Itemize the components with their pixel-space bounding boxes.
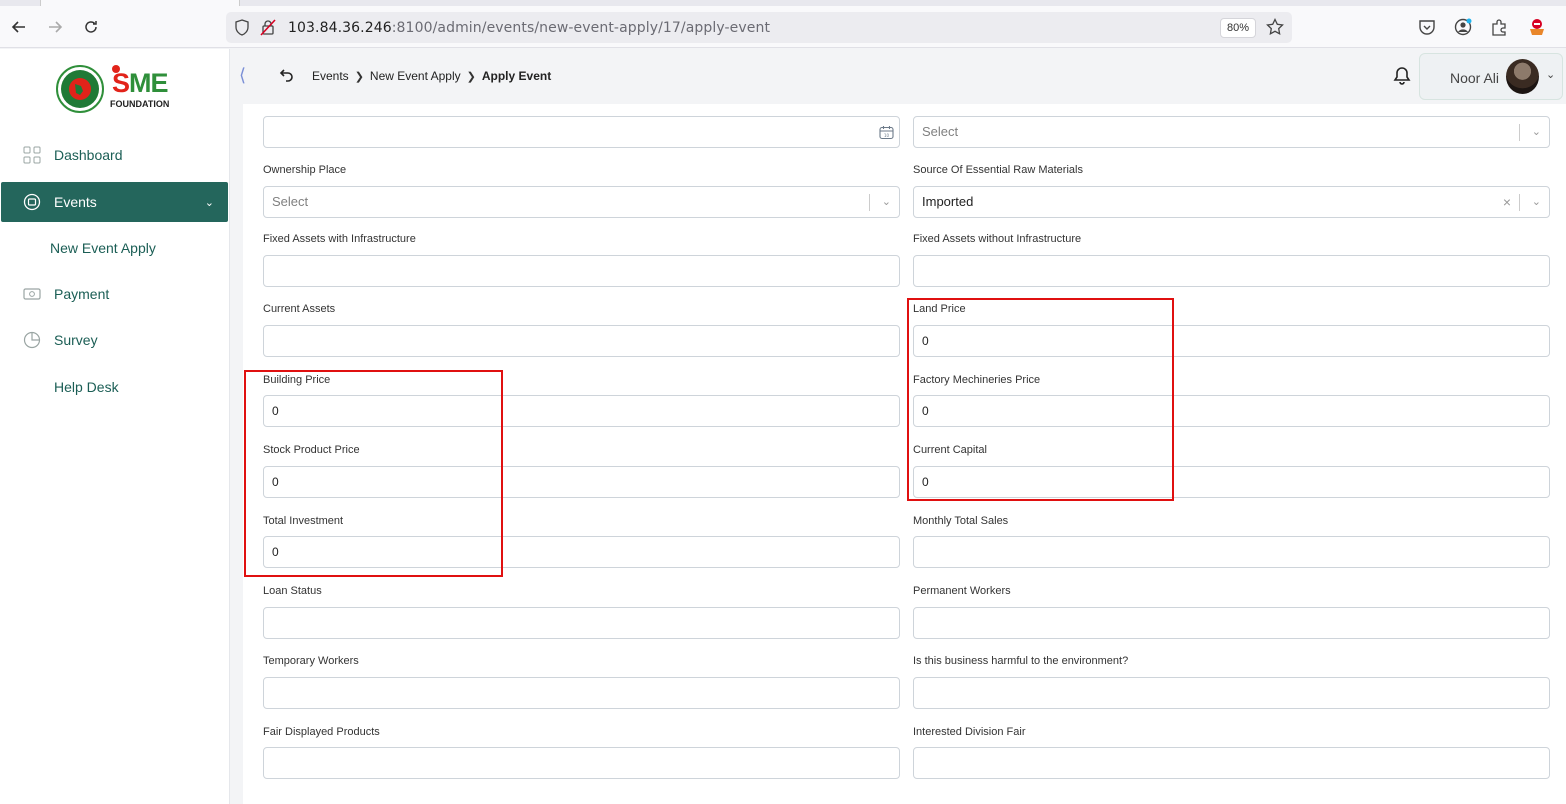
select-placeholder: Select (272, 194, 309, 209)
sidebar-item-new-event-apply[interactable]: New Event Apply (1, 228, 228, 268)
chevron-right-icon: ❯ (354, 70, 364, 83)
account-icon[interactable] (1453, 17, 1473, 37)
loan-status-label: Loan Status (263, 585, 322, 597)
fair-products-label: Fair Displayed Products (263, 726, 380, 738)
bell-icon[interactable] (1393, 66, 1411, 91)
sidebar-item-help-desk[interactable]: Help Desk (1, 367, 228, 407)
highlight-box-left (244, 370, 503, 577)
date-field[interactable]: 10 (263, 116, 900, 148)
zoom-indicator[interactable]: 80% (1220, 18, 1257, 38)
ownership-place-select[interactable]: Select ⌄ (263, 186, 900, 218)
fixed-with-input[interactable] (263, 255, 900, 287)
svg-text:10: 10 (884, 133, 890, 138)
fixed-without-label: Fixed Assets without Infrastructure (913, 233, 1082, 245)
temporary-workers-input[interactable] (263, 677, 900, 709)
clear-icon[interactable]: × (1503, 187, 1511, 217)
user-name: Noor Ali (1450, 70, 1500, 86)
interested-division-input[interactable] (913, 747, 1550, 779)
undo-back-icon[interactable] (279, 66, 295, 87)
sidebar: SME FOUNDATION Dashboard Events ⌄ New Ev… (0, 49, 230, 804)
active-tab[interactable] (40, 0, 240, 6)
current-assets-label: Current Assets (263, 303, 336, 315)
sidebar-item-payment[interactable]: Payment (1, 274, 228, 314)
address-bar[interactable]: 103.84.36.246:8100/admin/events/new-even… (226, 12, 1292, 43)
sidebar-item-events[interactable]: Events ⌄ (1, 182, 228, 222)
select-value: Imported (922, 194, 974, 209)
sidebar-item-survey[interactable]: Survey (1, 320, 228, 360)
monthly-sales-input[interactable] (913, 536, 1550, 568)
fixed-with-label: Fixed Assets with Infrastructure (263, 233, 416, 245)
url-text[interactable]: 103.84.36.246:8100/admin/events/new-even… (288, 20, 770, 36)
breadcrumb: Events ❯ New Event Apply ❯ Apply Event (312, 69, 551, 83)
collapse-sidebar-icon[interactable]: ⟨ (239, 65, 246, 86)
monthly-sales-label: Monthly Total Sales (913, 515, 1009, 527)
events-badge-icon (23, 193, 41, 211)
logo-subtitle: FOUNDATION (110, 99, 170, 109)
source-raw-label: Source Of Essential Raw Materials (913, 164, 1083, 176)
interested-division-label: Interested Division Fair (913, 726, 1026, 738)
permanent-workers-input[interactable] (913, 607, 1550, 639)
fixed-without-input[interactable] (913, 255, 1550, 287)
sme-foundation-logo[interactable]: SME FOUNDATION (56, 65, 186, 115)
harmful-input[interactable] (913, 677, 1550, 709)
current-assets-input[interactable] (263, 325, 900, 357)
sidebar-item-label: Help Desk (54, 379, 119, 395)
breadcrumb-new-event-apply[interactable]: New Event Apply (370, 69, 461, 83)
browser-toolbar: 103.84.36.246:8100/admin/events/new-even… (0, 0, 1566, 48)
back-arrow-icon[interactable] (8, 16, 30, 38)
url-path: :8100/admin/events/new-event-apply/17/ap… (391, 20, 771, 36)
shield-icon[interactable] (234, 19, 250, 41)
bookmark-star-icon[interactable] (1266, 17, 1284, 41)
url-host: 103.84.36.246 (288, 20, 392, 36)
ublock-addon-icon[interactable] (1527, 17, 1547, 37)
forward-arrow-icon[interactable] (44, 16, 66, 38)
sidebar-item-dashboard[interactable]: Dashboard (1, 135, 228, 175)
chevron-down-icon: ⌄ (881, 196, 891, 208)
breadcrumb-current: Apply Event (481, 69, 552, 83)
chevron-down-icon: ⌄ (1531, 126, 1541, 138)
select-divider (1519, 124, 1520, 141)
survey-pie-icon (23, 331, 41, 349)
dashboard-grid-icon (23, 146, 41, 164)
breadcrumb-events[interactable]: Events (312, 69, 349, 83)
select-divider (1519, 194, 1520, 211)
loan-status-input[interactable] (263, 607, 900, 639)
chevron-down-icon: ⌄ (1531, 196, 1541, 208)
tab-strip (0, 0, 1566, 6)
select-placeholder: Select (922, 124, 959, 139)
reload-icon[interactable] (80, 16, 102, 38)
sidebar-item-label: Dashboard (54, 147, 123, 163)
pocket-icon[interactable] (1417, 17, 1437, 37)
chevron-down-icon: ⌄ (204, 196, 214, 209)
sidebar-item-label: Payment (54, 286, 110, 302)
chevron-right-icon: ❯ (466, 70, 476, 83)
top-header: ⟨ Events ❯ New Event Apply ❯ Apply Event… (231, 49, 1566, 104)
select-divider (869, 194, 870, 211)
sidebar-item-label: New Event Apply (50, 240, 156, 256)
avatar (1506, 59, 1539, 94)
payment-cash-icon (23, 288, 41, 300)
top-right-select[interactable]: Select ⌄ (913, 116, 1550, 148)
temporary-workers-label: Temporary Workers (263, 655, 359, 667)
calendar-icon[interactable]: 10 (879, 125, 894, 140)
highlight-box-right (907, 298, 1174, 501)
extensions-icon[interactable] (1489, 17, 1509, 37)
user-menu[interactable]: Noor Ali ⌄ (1419, 53, 1563, 100)
logo-wordmark: SME (112, 68, 169, 98)
ownership-place-label: Ownership Place (263, 164, 347, 176)
chevron-down-icon: ⌄ (1546, 69, 1556, 81)
harmful-label: Is this business harmful to the environm… (913, 655, 1129, 667)
fair-products-input[interactable] (263, 747, 900, 779)
source-raw-select[interactable]: Imported × ⌄ (913, 186, 1550, 218)
sidebar-item-label: Survey (54, 332, 98, 348)
sidebar-item-label: Events (54, 194, 97, 210)
permanent-workers-label: Permanent Workers (913, 585, 1011, 597)
insecure-lock-icon[interactable] (260, 19, 276, 41)
